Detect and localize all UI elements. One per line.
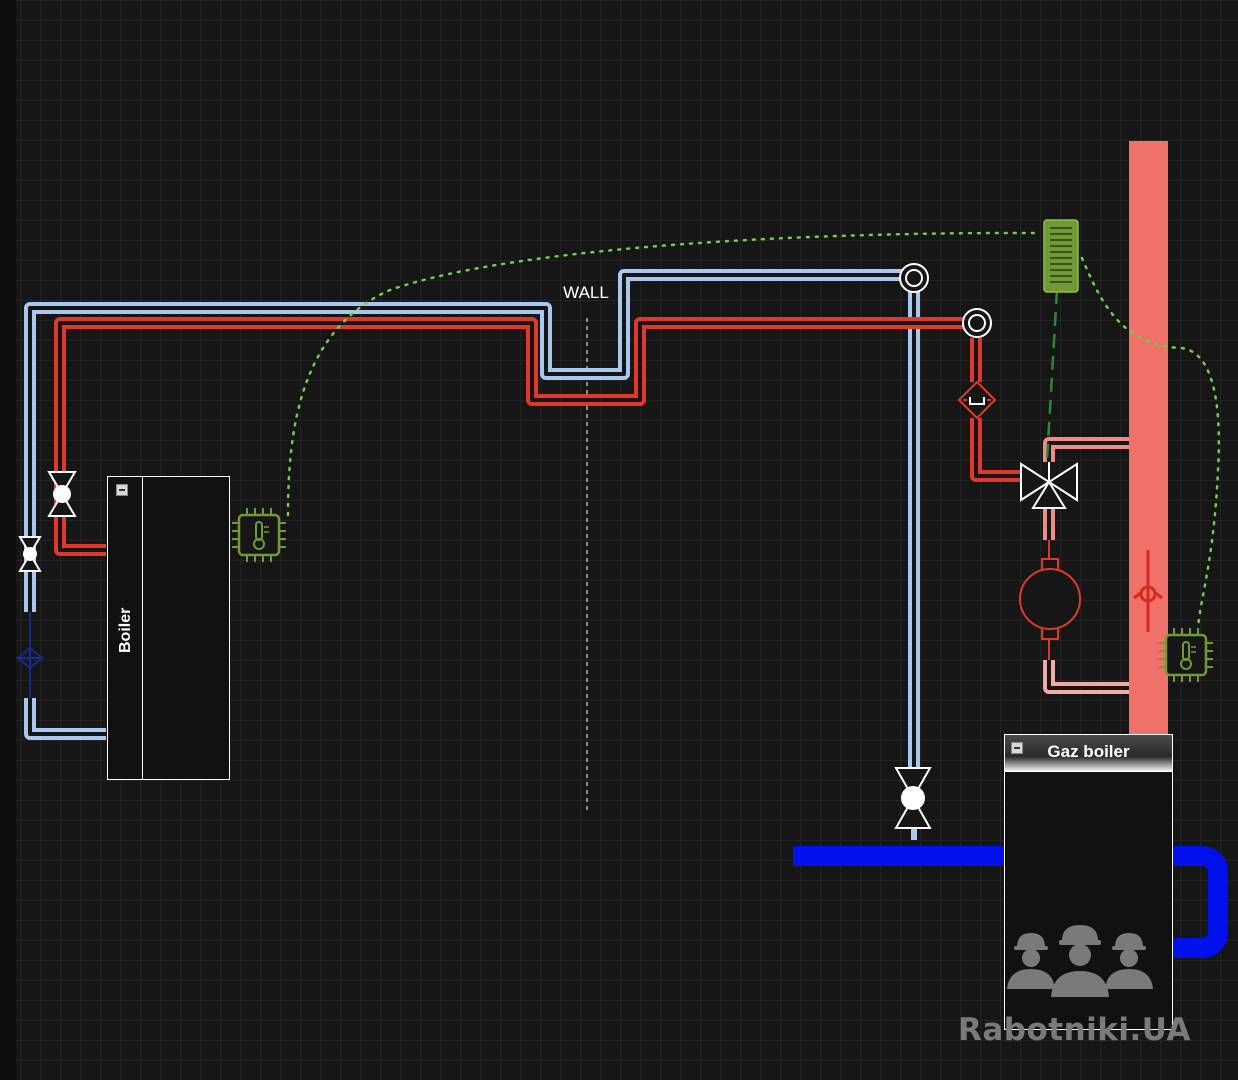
boiler-divider — [142, 477, 143, 779]
watermark: Rabotniki.UA — [958, 1012, 1192, 1048]
elbow-icon[interactable] — [962, 308, 992, 338]
temperature-sensor-icon[interactable] — [1159, 628, 1213, 682]
ball-valve-icon[interactable] — [18, 536, 42, 572]
ball-valve-icon[interactable] — [894, 767, 932, 829]
temperature-sensor-icon[interactable] — [232, 508, 286, 562]
elbow-icon[interactable] — [899, 263, 929, 293]
left-margin — [0, 0, 16, 1080]
gaz-boiler-title: Gaz boiler — [1047, 742, 1130, 761]
control-wires — [286, 231, 1221, 630]
workers-logo-icon — [1007, 925, 1153, 997]
thermostat-icon[interactable] — [1043, 219, 1079, 293]
ball-valve-icon[interactable] — [47, 471, 77, 517]
three-way-valve-icon[interactable] — [1020, 462, 1078, 509]
pump-icon[interactable] — [1019, 558, 1081, 640]
gaz-boiler-unit[interactable]: Gaz boiler — [1004, 734, 1173, 1030]
boiler-title: Boiler — [117, 607, 134, 653]
valve-control-link — [1045, 289, 1059, 461]
boiler-collapse-button[interactable] — [116, 484, 128, 496]
filter-icon[interactable] — [957, 380, 997, 420]
gaz-boiler-header: Gaz boiler — [1005, 735, 1172, 772]
wall-label: WALL — [563, 283, 609, 302]
boiler-unit[interactable]: Boiler — [107, 476, 230, 780]
